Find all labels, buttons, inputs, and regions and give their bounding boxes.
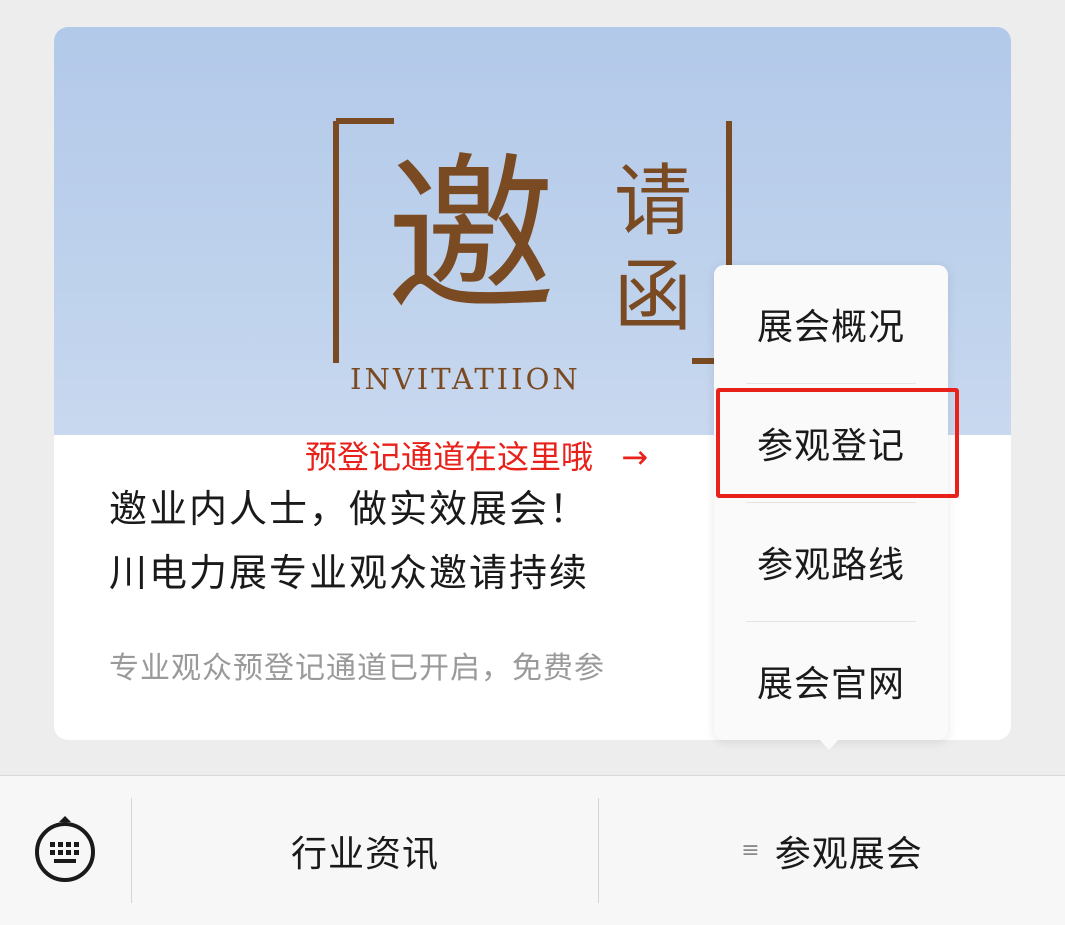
keyboard-button[interactable] <box>32 816 98 882</box>
tab-visit-exhibition-label: 参观展会 <box>774 833 923 875</box>
annotation-text: 预登记通道在这里哦 <box>305 438 594 476</box>
tab-industry-news[interactable]: 行业资讯 <box>132 776 598 925</box>
keyboard-icon <box>35 816 95 882</box>
popup-tail <box>818 738 840 750</box>
bottom-menu-bar: 行业资讯 ≡ 参观展会 <box>0 775 1065 925</box>
invitation-logo: 邀 请 函 INVITATIION <box>333 118 732 393</box>
logo-main-char: 邀 <box>386 138 556 336</box>
menu-item-route[interactable]: 参观路线 <box>714 503 948 621</box>
menu-lines-icon: ≡ <box>741 838 761 863</box>
tab-industry-news-label: 行业资讯 <box>290 833 439 875</box>
logo-side-char-1: 请 <box>614 157 692 247</box>
tab-visit-exhibition[interactable]: ≡ 参观展会 <box>599 776 1065 925</box>
logo-side-char-2: 函 <box>614 252 692 342</box>
menu-item-website[interactable]: 展会官网 <box>714 622 948 740</box>
annotation-label: 预登记通道在这里哦 → <box>305 432 648 478</box>
menu-item-registration[interactable]: 参观登记 <box>714 384 948 502</box>
logo-english: INVITATIION <box>350 362 581 393</box>
arrow-right-icon: → <box>621 438 648 476</box>
menu-item-overview[interactable]: 展会概况 <box>714 265 948 383</box>
popup-menu: 展会概况 参观登记 参观路线 展会官网 <box>714 265 948 740</box>
